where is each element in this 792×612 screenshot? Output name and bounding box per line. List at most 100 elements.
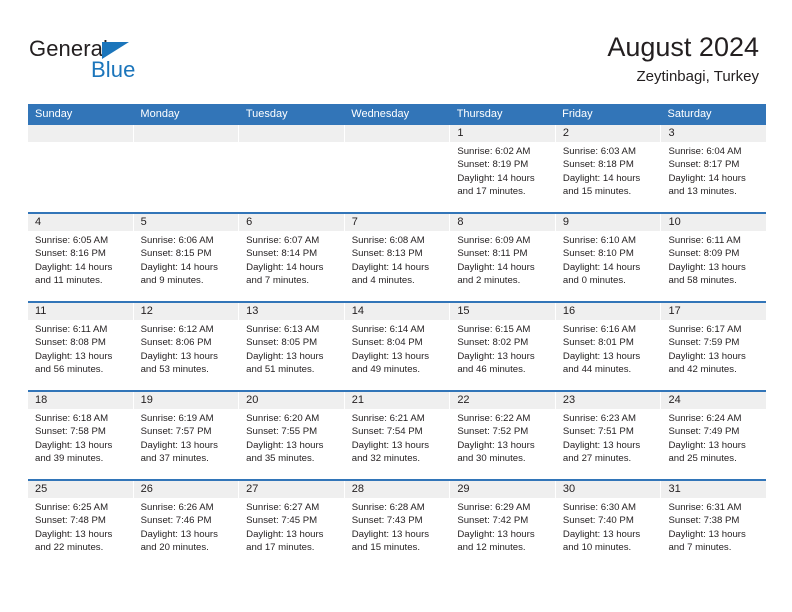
day-cell[interactable]: 14 Sunrise: 6:14 AM Sunset: 8:04 PM Dayligh… xyxy=(344,303,451,390)
day-cell[interactable]: 21 Sunrise: 6:21 AM Sunset: 7:54 PM Dayligh… xyxy=(344,392,451,479)
day-cell[interactable]: 7 Sunrise: 6:08 AM Sunset: 8:13 PM Daylight… xyxy=(344,214,451,301)
daylight-duration-line1: Daylight: 13 hours xyxy=(457,528,535,540)
sunrise-time: Sunrise: 6:18 AM xyxy=(35,413,109,424)
daylight-duration-line1: Daylight: 13 hours xyxy=(562,528,641,540)
sunset-time: Sunset: 7:45 PM xyxy=(246,515,318,527)
day-details: Sunrise: 6:16 AM Sunset: 8:01 PM Daylight:… xyxy=(556,320,661,377)
day-cell[interactable]: 4 Sunrise: 6:05 AM Sunset: 8:16 PM Daylight… xyxy=(28,214,134,301)
daylight-duration-line1: Daylight: 14 hours xyxy=(246,261,324,273)
daylight-duration-line1: Daylight: 14 hours xyxy=(351,261,430,273)
day-number: 3 xyxy=(661,125,767,142)
sunset-time: Sunset: 8:11 PM xyxy=(457,248,528,260)
day-cell[interactable]: 12 Sunrise: 6:12 AM Sunset: 8:06 PM Dayligh… xyxy=(133,303,240,390)
sunrise-time: Sunrise: 6:16 AM xyxy=(562,324,636,335)
calendar-table: Sunday Monday Tuesday Wednesday Thursday Frid… xyxy=(28,104,767,568)
day-cell[interactable]: 22 Sunrise: 6:22 AM Sunset: 7:52 PM Dayligh… xyxy=(450,392,556,479)
sunset-time: Sunset: 8:13 PM xyxy=(351,248,423,260)
title-block: August 2024 Zeytinbagi, Turkey xyxy=(607,30,759,88)
day-number: 8 xyxy=(450,214,555,231)
daylight-duration-line1: Daylight: 13 hours xyxy=(457,350,535,362)
daylight-duration-line2: and 30 minutes. xyxy=(457,453,526,465)
sunset-time: Sunset: 7:48 PM xyxy=(35,515,106,527)
sunrise-time: Sunrise: 6:06 AM xyxy=(140,235,214,246)
day-details: Sunrise: 6:14 AM Sunset: 8:04 PM Daylight:… xyxy=(345,320,450,377)
daylight-duration-line2: and 27 minutes. xyxy=(562,453,632,465)
sunrise-time: Sunrise: 6:11 AM xyxy=(668,235,741,246)
sunset-time: Sunset: 7:38 PM xyxy=(668,515,740,527)
day-cell[interactable]: 5 Sunrise: 6:06 AM Sunset: 8:15 PM Daylight… xyxy=(133,214,240,301)
sunset-time: Sunset: 8:05 PM xyxy=(246,337,318,349)
day-details: Sunrise: 6:18 AM Sunset: 7:58 PM Daylight:… xyxy=(28,409,133,466)
daylight-duration-line2: and 25 minutes. xyxy=(668,453,737,465)
day-number: 14 xyxy=(344,303,450,320)
sunrise-time: Sunrise: 6:29 AM xyxy=(457,502,531,513)
sunrise-time: Sunrise: 6:08 AM xyxy=(351,235,425,246)
sunrise-time: Sunrise: 6:23 AM xyxy=(562,413,636,424)
general-blue-logo[interactable]: General Blue xyxy=(29,36,209,84)
day-cell[interactable]: 16 Sunrise: 6:16 AM Sunset: 8:01 PM Dayligh… xyxy=(555,303,662,390)
day-details: Sunrise: 6:03 AM Sunset: 8:18 PM Daylight:… xyxy=(556,142,661,199)
day-number: 10 xyxy=(661,214,767,231)
day-number: 9 xyxy=(555,214,661,231)
day-details: Sunrise: 6:05 AM Sunset: 8:16 PM Daylight:… xyxy=(28,231,133,288)
daylight-duration-line1: Daylight: 14 hours xyxy=(562,172,641,184)
day-cell[interactable]: 28 Sunrise: 6:28 AM Sunset: 7:43 PM Dayligh… xyxy=(344,481,451,568)
day-cell[interactable]: 17 Sunrise: 6:17 AM Sunset: 7:59 PM Dayligh… xyxy=(661,303,767,390)
sunrise-time: Sunrise: 6:02 AM xyxy=(457,146,531,157)
daylight-duration-line2: and 44 minutes. xyxy=(562,364,632,376)
day-details: Sunrise: 6:10 AM Sunset: 8:10 PM Daylight:… xyxy=(556,231,661,288)
sunset-time: Sunset: 8:18 PM xyxy=(562,159,634,171)
day-cell[interactable]: 26 Sunrise: 6:26 AM Sunset: 7:46 PM Dayligh… xyxy=(133,481,240,568)
day-cell[interactable]: 30 Sunrise: 6:30 AM Sunset: 7:40 PM Dayligh… xyxy=(555,481,662,568)
day-number: 4 xyxy=(28,214,133,231)
day-cell[interactable]: 3 Sunrise: 6:04 AM Sunset: 8:17 PM Daylight… xyxy=(661,125,767,212)
day-details: Sunrise: 6:06 AM Sunset: 8:15 PM Daylight:… xyxy=(134,231,239,288)
weekday-header-sunday: Sunday xyxy=(35,108,73,120)
sunrise-time: Sunrise: 6:31 AM xyxy=(668,502,742,513)
day-cell[interactable]: 31 Sunrise: 6:31 AM Sunset: 7:38 PM Dayligh… xyxy=(661,481,767,568)
day-cell[interactable]: 13 Sunrise: 6:13 AM Sunset: 8:05 PM Dayligh… xyxy=(239,303,345,390)
sunset-time: Sunset: 7:40 PM xyxy=(562,515,634,527)
day-cell[interactable]: 20 Sunrise: 6:20 AM Sunset: 7:55 PM Dayligh… xyxy=(239,392,345,479)
daylight-duration-line1: Daylight: 13 hours xyxy=(140,528,218,540)
sunset-time: Sunset: 7:58 PM xyxy=(35,426,106,438)
daylight-duration-line1: Daylight: 13 hours xyxy=(668,261,746,273)
daylight-duration-line2: and 53 minutes. xyxy=(140,364,209,376)
day-cell[interactable]: 29 Sunrise: 6:29 AM Sunset: 7:42 PM Dayligh… xyxy=(450,481,556,568)
day-cell[interactable]: 1 Sunrise: 6:02 AM Sunset: 8:19 PM Daylight… xyxy=(450,125,556,212)
daylight-duration-line1: Daylight: 13 hours xyxy=(246,439,324,451)
day-cell[interactable]: 6 Sunrise: 6:07 AM Sunset: 8:14 PM Daylight… xyxy=(239,214,345,301)
daylight-duration-line1: Daylight: 14 hours xyxy=(457,172,535,184)
sunset-time: Sunset: 8:10 PM xyxy=(562,248,634,260)
day-details: Sunrise: 6:21 AM Sunset: 7:54 PM Daylight:… xyxy=(345,409,450,466)
sunrise-time: Sunrise: 6:19 AM xyxy=(140,413,214,424)
sunrise-time: Sunrise: 6:13 AM xyxy=(246,324,320,335)
sunset-time: Sunset: 7:57 PM xyxy=(140,426,212,438)
day-cell[interactable]: 25 Sunrise: 6:25 AM Sunset: 7:48 PM Dayligh… xyxy=(28,481,134,568)
day-number: 18 xyxy=(28,392,133,409)
sunset-time: Sunset: 7:52 PM xyxy=(457,426,529,438)
sunrise-time: Sunrise: 6:27 AM xyxy=(246,502,320,513)
day-cell[interactable]: 15 Sunrise: 6:15 AM Sunset: 8:02 PM Dayligh… xyxy=(450,303,556,390)
day-cell[interactable]: 9 Sunrise: 6:10 AM Sunset: 8:10 PM Daylight… xyxy=(555,214,662,301)
day-cell-empty xyxy=(239,125,345,212)
day-number: 23 xyxy=(555,392,661,409)
day-number: 7 xyxy=(344,214,450,231)
daylight-duration-line2: and 11 minutes. xyxy=(35,275,103,287)
day-cell[interactable]: 24 Sunrise: 6:24 AM Sunset: 7:49 PM Dayligh… xyxy=(661,392,767,479)
day-cell[interactable]: 8 Sunrise: 6:09 AM Sunset: 8:11 PM Daylight… xyxy=(450,214,556,301)
day-cell[interactable]: 23 Sunrise: 6:23 AM Sunset: 7:51 PM Dayligh… xyxy=(555,392,662,479)
sunset-time: Sunset: 8:17 PM xyxy=(668,159,740,171)
day-details: Sunrise: 6:30 AM Sunset: 7:40 PM Daylight:… xyxy=(556,498,661,555)
daylight-duration-line2: and 2 minutes. xyxy=(457,275,521,287)
day-cell[interactable]: 27 Sunrise: 6:27 AM Sunset: 7:45 PM Dayligh… xyxy=(239,481,345,568)
day-cell[interactable]: 18 Sunrise: 6:18 AM Sunset: 7:58 PM Dayligh… xyxy=(28,392,134,479)
day-cell[interactable]: 19 Sunrise: 6:19 AM Sunset: 7:57 PM Dayligh… xyxy=(133,392,240,479)
day-cell[interactable]: 11 Sunrise: 6:11 AM Sunset: 8:08 PM Dayligh… xyxy=(28,303,134,390)
day-number: 30 xyxy=(555,481,661,498)
daylight-duration-line1: Daylight: 13 hours xyxy=(140,350,218,362)
daylight-duration-line1: Daylight: 13 hours xyxy=(351,528,430,540)
day-cell[interactable]: 10 Sunrise: 6:11 AM Sunset: 8:09 PM Dayligh… xyxy=(661,214,767,301)
day-cell[interactable]: 2 Sunrise: 6:03 AM Sunset: 8:18 PM Daylight… xyxy=(555,125,662,212)
day-details: Sunrise: 6:11 AM Sunset: 8:09 PM Daylight:… xyxy=(661,231,766,288)
